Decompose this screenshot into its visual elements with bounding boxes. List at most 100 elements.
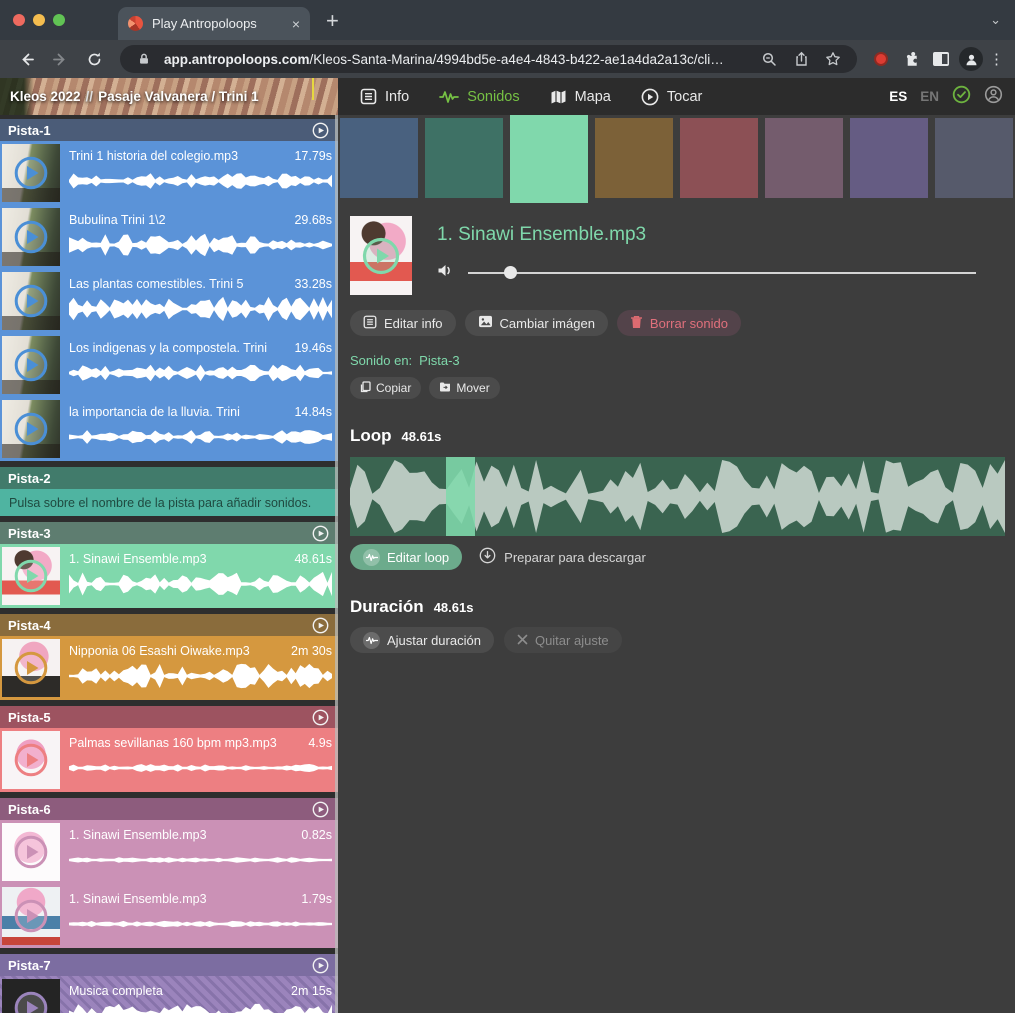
clip-row[interactable]: Musica completa2m 15s: [0, 976, 338, 1013]
track-color-swatch-5[interactable]: [680, 118, 758, 198]
tab-info[interactable]: Info: [360, 88, 409, 105]
track-header-pista-7[interactable]: Pista-7: [0, 954, 338, 976]
loop-playhead-marker[interactable]: [446, 457, 475, 536]
clip-thumbnail[interactable]: [2, 208, 60, 266]
clip-play-overlay-icon[interactable]: [13, 898, 49, 934]
clip-row[interactable]: 1. Sinawi Ensemble.mp30.82s: [0, 820, 338, 884]
clip-row[interactable]: la importancia de la lluvia. Trini14.84s: [0, 397, 338, 461]
clip-play-overlay-icon[interactable]: [13, 742, 49, 778]
clip-title[interactable]: Las plantas comestibles. Trini 5: [69, 277, 243, 291]
clip-row[interactable]: Nipponia 06 Esashi Oiwake.mp32m 30s: [0, 636, 338, 700]
track-header-pista-1[interactable]: Pista-1: [0, 119, 338, 141]
track-color-swatch-1[interactable]: [340, 118, 418, 198]
clip-play-overlay-icon[interactable]: [13, 219, 49, 255]
bookmark-star-icon[interactable]: [821, 47, 845, 71]
delete-sound-button[interactable]: Borrar sonido: [617, 310, 741, 336]
track-color-swatch-8[interactable]: [935, 118, 1013, 198]
clip-thumbnail[interactable]: [2, 731, 60, 789]
lang-en[interactable]: EN: [920, 89, 939, 104]
new-tab-button[interactable]: +: [326, 8, 339, 34]
account-icon[interactable]: [984, 85, 1003, 109]
lang-es[interactable]: ES: [889, 89, 907, 104]
browser-menu-kebab-icon[interactable]: ⋮: [989, 57, 1003, 62]
move-button[interactable]: Mover: [429, 377, 499, 399]
track-header-pista-5[interactable]: Pista-5: [0, 706, 338, 728]
share-icon[interactable]: [789, 47, 813, 71]
clip-row[interactable]: Bubulina Trini 1\229.68s: [0, 205, 338, 269]
clip-title[interactable]: Los indigenas y la compostela. Trini: [69, 341, 267, 355]
clip-thumbnail[interactable]: [2, 336, 60, 394]
clip-thumbnail[interactable]: [2, 400, 60, 458]
clip-play-overlay-icon[interactable]: [13, 283, 49, 319]
clip-row[interactable]: Palmas sevillanas 160 bpm mp3.mp34.9s: [0, 728, 338, 792]
clip-title[interactable]: Palmas sevillanas 160 bpm mp3.mp3: [69, 736, 277, 750]
adjust-duration-button[interactable]: Ajustar duración: [350, 627, 494, 653]
clip-title[interactable]: 1. Sinawi Ensemble.mp3: [69, 552, 207, 566]
tab-tocar[interactable]: Tocar: [641, 88, 702, 106]
play-overlay-icon[interactable]: [361, 236, 401, 276]
close-window-button[interactable]: [13, 14, 25, 26]
track-color-swatch-7[interactable]: [850, 118, 928, 198]
clip-title[interactable]: la importancia de la lluvia. Trini: [69, 405, 240, 419]
clip-thumbnail[interactable]: [2, 887, 60, 945]
url-bar[interactable]: app.antropoloops.com/Kleos-Santa-Marina/…: [120, 45, 857, 73]
track-play-icon[interactable]: [312, 801, 329, 818]
clip-thumbnail[interactable]: [2, 823, 60, 881]
clip-row[interactable]: 1. Sinawi Ensemble.mp31.79s: [0, 884, 338, 948]
clip-thumbnail[interactable]: [2, 144, 60, 202]
clip-play-overlay-icon[interactable]: [13, 990, 49, 1013]
tab-sonidos[interactable]: Sonidos: [439, 89, 519, 105]
prepare-download-button[interactable]: Preparar para descargar: [479, 547, 646, 567]
side-panel-icon[interactable]: [929, 47, 953, 71]
reload-button[interactable]: [80, 45, 108, 73]
extensions-puzzle-icon[interactable]: [899, 47, 923, 71]
clip-thumbnail[interactable]: [2, 639, 60, 697]
clip-title[interactable]: 1. Sinawi Ensemble.mp3: [69, 828, 207, 842]
copy-button[interactable]: Copiar: [350, 377, 421, 399]
edit-loop-button[interactable]: Editar loop: [350, 544, 462, 570]
tab-mapa[interactable]: Mapa: [550, 89, 611, 105]
breadcrumb-project[interactable]: Kleos 2022: [10, 89, 81, 104]
track-header-pista-3[interactable]: Pista-3: [0, 522, 338, 544]
sidebar-scrollbar[interactable]: [335, 115, 338, 1013]
volume-slider[interactable]: [468, 266, 976, 280]
volume-slider-knob[interactable]: [504, 266, 517, 279]
track-play-icon[interactable]: [312, 709, 329, 726]
track-header-pista-2[interactable]: Pista-2: [0, 467, 338, 489]
track-color-swatch-4[interactable]: [595, 118, 673, 198]
tab-search-chevron-icon[interactable]: ⌄: [990, 12, 1001, 28]
zoom-window-button[interactable]: [53, 14, 65, 26]
recording-extension-icon[interactable]: [869, 47, 893, 71]
track-play-icon[interactable]: [312, 525, 329, 542]
loop-waveform[interactable]: [350, 457, 1005, 536]
remove-adjust-button[interactable]: Quitar ajuste: [504, 627, 622, 653]
project-cover-photo[interactable]: Kleos 2022//Pasaje Valvanera / Trini 1: [0, 78, 338, 115]
track-color-swatch-6[interactable]: [765, 118, 843, 198]
clip-play-overlay-icon[interactable]: [13, 347, 49, 383]
tab-close-icon[interactable]: ×: [292, 16, 300, 32]
clip-play-overlay-icon[interactable]: [13, 558, 49, 594]
back-button[interactable]: [12, 45, 40, 73]
clip-row[interactable]: Los indigenas y la compostela. Trini19.4…: [0, 333, 338, 397]
clip-title[interactable]: 1. Sinawi Ensemble.mp3: [69, 892, 207, 906]
breadcrumb-path[interactable]: Pasaje Valvanera / Trini 1: [98, 89, 259, 104]
minimize-window-button[interactable]: [33, 14, 45, 26]
track-play-icon[interactable]: [312, 957, 329, 974]
edit-info-button[interactable]: Editar info: [350, 310, 456, 336]
sound-image[interactable]: [350, 216, 412, 295]
forward-button[interactable]: [46, 45, 74, 73]
change-image-button[interactable]: Cambiar imágen: [465, 310, 608, 336]
clip-title[interactable]: Nipponia 06 Esashi Oiwake.mp3: [69, 644, 250, 658]
status-check-icon[interactable]: [952, 85, 971, 109]
clip-thumbnail[interactable]: [2, 547, 60, 605]
clip-row[interactable]: Trini 1 historia del colegio.mp317.79s: [0, 141, 338, 205]
zoom-page-icon[interactable]: [757, 47, 781, 71]
browser-profile-avatar[interactable]: [959, 47, 983, 71]
clip-play-overlay-icon[interactable]: [13, 411, 49, 447]
clip-title[interactable]: Trini 1 historia del colegio.mp3: [69, 149, 238, 163]
clip-title[interactable]: Bubulina Trini 1\2: [69, 213, 166, 227]
track-play-icon[interactable]: [312, 617, 329, 634]
clip-play-overlay-icon[interactable]: [13, 650, 49, 686]
track-play-icon[interactable]: [312, 122, 329, 139]
track-header-pista-4[interactable]: Pista-4: [0, 614, 338, 636]
